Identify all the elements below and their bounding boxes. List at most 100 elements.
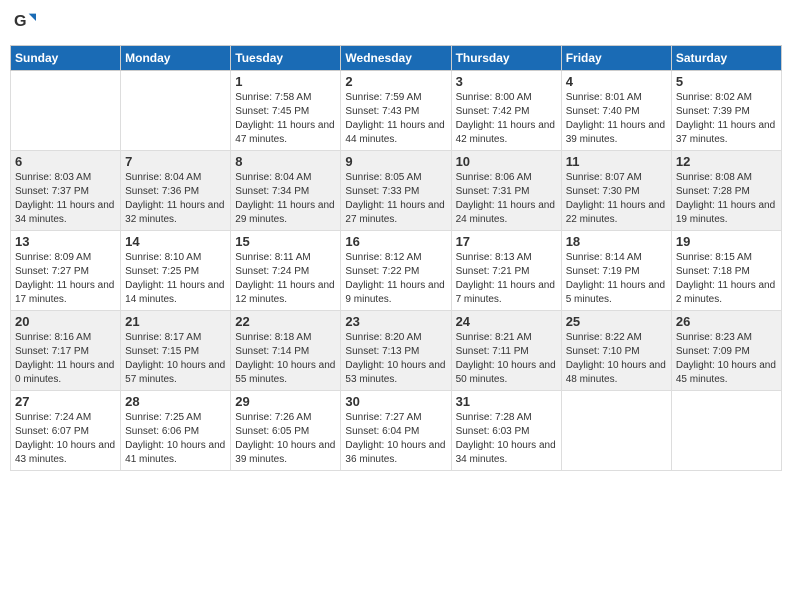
day-detail: Sunrise: 8:23 AMSunset: 7:09 PMDaylight:… (676, 331, 777, 387)
calendar-cell: 7Sunrise: 8:04 AMSunset: 7:36 PMDaylight… (121, 151, 231, 231)
calendar-cell: 24 Sunrise: 8:21 AMSunset: 7:11 PMDayligh… (451, 311, 561, 391)
calendar-cell (671, 391, 781, 471)
calendar-week-row: 1 Sunrise: 7:58 AMSunset: 7:45 PMDaylight… (11, 71, 782, 151)
calendar-cell (121, 71, 231, 151)
calendar-cell: 21 Sunrise: 8:17 AMSunset: 7:15 PMDayligh… (121, 311, 231, 391)
day-number: 30 (345, 394, 446, 409)
calendar-cell: 3Sunrise: 8:00 AMSunset: 7:42 PMDaylight… (451, 71, 561, 151)
calendar-cell: 31 Sunrise: 7:28 AMSunset: 6:03 PMDayligh… (451, 391, 561, 471)
calendar-cell: 6 Sunrise: 8:03 AMSunset: 7:37 PMDaylight… (11, 151, 121, 231)
day-detail: Sunrise: 8:21 AMSunset: 7:11 PMDaylight:… (456, 331, 557, 387)
calendar-cell: 18Sunrise: 8:14 AMSunset: 7:19 PMDayligh… (561, 231, 671, 311)
day-detail: Sunrise: 7:28 AMSunset: 6:03 PMDaylight:… (456, 411, 557, 467)
day-detail: Sunrise: 8:02 AMSunset: 7:39 PMDaylight:… (676, 91, 777, 147)
calendar-cell: 22 Sunrise: 8:18 AMSunset: 7:14 PMDayligh… (231, 311, 341, 391)
day-detail: Sunrise: 8:03 AMSunset: 7:37 PMDaylight:… (15, 171, 116, 227)
col-tuesday: Tuesday (231, 46, 341, 71)
day-number: 25 (566, 314, 667, 329)
calendar-cell: 8 Sunrise: 8:04 AMSunset: 7:34 PMDaylight… (231, 151, 341, 231)
day-detail: Sunrise: 8:08 AMSunset: 7:28 PMDaylight:… (676, 171, 777, 227)
calendar-cell: 12Sunrise: 8:08 AMSunset: 7:28 PMDayligh… (671, 151, 781, 231)
day-detail: Sunrise: 8:22 AMSunset: 7:10 PMDaylight:… (566, 331, 667, 387)
day-detail: Sunrise: 8:13 AMSunset: 7:21 PMDaylight:… (456, 251, 557, 307)
day-detail: Sunrise: 8:15 AMSunset: 7:18 PMDaylight:… (676, 251, 777, 307)
day-number: 31 (456, 394, 557, 409)
day-detail: Sunrise: 8:10 AMSunset: 7:25 PMDaylight:… (125, 251, 226, 307)
calendar-cell: 25 Sunrise: 8:22 AMSunset: 7:10 PMDayligh… (561, 311, 671, 391)
day-number: 15 (235, 234, 336, 249)
col-friday: Friday (561, 46, 671, 71)
day-number: 29 (235, 394, 336, 409)
calendar-week-row: 20 Sunrise: 8:16 AMSunset: 7:17 PMDayligh… (11, 311, 782, 391)
day-number: 8 (235, 154, 336, 169)
day-number: 21 (125, 314, 226, 329)
calendar-cell (561, 391, 671, 471)
day-number: 19 (676, 234, 777, 249)
calendar-cell: 19 Sunrise: 8:15 AMSunset: 7:18 PMDayligh… (671, 231, 781, 311)
calendar-table: Sunday Monday Tuesday Wednesday Thursday… (10, 45, 782, 471)
day-detail: Sunrise: 8:20 AMSunset: 7:13 PMDaylight:… (345, 331, 446, 387)
calendar-cell: 9Sunrise: 8:05 AMSunset: 7:33 PMDaylight… (341, 151, 451, 231)
calendar-cell: 1 Sunrise: 7:58 AMSunset: 7:45 PMDaylight… (231, 71, 341, 151)
logo-icon: G (14, 10, 36, 37)
day-number: 11 (566, 154, 667, 169)
day-number: 23 (345, 314, 446, 329)
day-detail: Sunrise: 7:25 AMSunset: 6:06 PMDaylight:… (125, 411, 226, 467)
calendar-cell: 26 Sunrise: 8:23 AMSunset: 7:09 PMDayligh… (671, 311, 781, 391)
calendar-cell: 15 Sunrise: 8:11 AMSunset: 7:24 PMDayligh… (231, 231, 341, 311)
day-number: 2 (345, 74, 446, 89)
day-detail: Sunrise: 7:58 AMSunset: 7:45 PMDaylight:… (235, 91, 336, 147)
calendar-week-row: 6 Sunrise: 8:03 AMSunset: 7:37 PMDaylight… (11, 151, 782, 231)
day-number: 10 (456, 154, 557, 169)
day-number: 22 (235, 314, 336, 329)
page-header: G (10, 10, 782, 37)
calendar-header-row: Sunday Monday Tuesday Wednesday Thursday… (11, 46, 782, 71)
calendar-cell: 5 Sunrise: 8:02 AMSunset: 7:39 PMDaylight… (671, 71, 781, 151)
day-number: 16 (345, 234, 446, 249)
day-detail: Sunrise: 8:11 AMSunset: 7:24 PMDaylight:… (235, 251, 336, 307)
calendar-cell: 2 Sunrise: 7:59 AMSunset: 7:43 PMDaylight… (341, 71, 451, 151)
day-number: 7 (125, 154, 226, 169)
calendar-cell: 30Sunrise: 7:27 AMSunset: 6:04 PMDayligh… (341, 391, 451, 471)
calendar-cell: 20 Sunrise: 8:16 AMSunset: 7:17 PMDayligh… (11, 311, 121, 391)
day-number: 4 (566, 74, 667, 89)
calendar-cell: 17 Sunrise: 8:13 AMSunset: 7:21 PMDayligh… (451, 231, 561, 311)
calendar-cell: 13 Sunrise: 8:09 AMSunset: 7:27 PMDayligh… (11, 231, 121, 311)
calendar-cell: 28Sunrise: 7:25 AMSunset: 6:06 PMDayligh… (121, 391, 231, 471)
day-number: 20 (15, 314, 116, 329)
calendar-week-row: 13 Sunrise: 8:09 AMSunset: 7:27 PMDayligh… (11, 231, 782, 311)
col-monday: Monday (121, 46, 231, 71)
svg-text:G: G (14, 12, 27, 30)
day-detail: Sunrise: 8:04 AMSunset: 7:34 PMDaylight:… (235, 171, 336, 227)
day-number: 5 (676, 74, 777, 89)
day-detail: Sunrise: 8:17 AMSunset: 7:15 PMDaylight:… (125, 331, 226, 387)
day-number: 14 (125, 234, 226, 249)
day-detail: Sunrise: 8:09 AMSunset: 7:27 PMDaylight:… (15, 251, 116, 307)
day-detail: Sunrise: 8:18 AMSunset: 7:14 PMDaylight:… (235, 331, 336, 387)
calendar-cell: 27Sunrise: 7:24 AMSunset: 6:07 PMDayligh… (11, 391, 121, 471)
calendar-week-row: 27Sunrise: 7:24 AMSunset: 6:07 PMDayligh… (11, 391, 782, 471)
day-detail: Sunrise: 7:59 AMSunset: 7:43 PMDaylight:… (345, 91, 446, 147)
day-detail: Sunrise: 8:07 AMSunset: 7:30 PMDaylight:… (566, 171, 667, 227)
day-number: 1 (235, 74, 336, 89)
col-sunday: Sunday (11, 46, 121, 71)
col-wednesday: Wednesday (341, 46, 451, 71)
day-number: 17 (456, 234, 557, 249)
calendar-cell: 14 Sunrise: 8:10 AMSunset: 7:25 PMDayligh… (121, 231, 231, 311)
day-number: 26 (676, 314, 777, 329)
day-number: 24 (456, 314, 557, 329)
day-detail: Sunrise: 8:01 AMSunset: 7:40 PMDaylight:… (566, 91, 667, 147)
day-number: 6 (15, 154, 116, 169)
calendar-cell (11, 71, 121, 151)
col-thursday: Thursday (451, 46, 561, 71)
day-detail: Sunrise: 7:24 AMSunset: 6:07 PMDaylight:… (15, 411, 116, 467)
col-saturday: Saturday (671, 46, 781, 71)
day-number: 13 (15, 234, 116, 249)
day-detail: Sunrise: 8:16 AMSunset: 7:17 PMDaylight:… (15, 331, 116, 387)
day-detail: Sunrise: 8:14 AMSunset: 7:19 PMDaylight:… (566, 251, 667, 307)
calendar-cell: 16Sunrise: 8:12 AMSunset: 7:22 PMDayligh… (341, 231, 451, 311)
day-detail: Sunrise: 8:05 AMSunset: 7:33 PMDaylight:… (345, 171, 446, 227)
calendar-cell: 10 Sunrise: 8:06 AMSunset: 7:31 PMDayligh… (451, 151, 561, 231)
day-detail: Sunrise: 8:00 AMSunset: 7:42 PMDaylight:… (456, 91, 557, 147)
day-detail: Sunrise: 8:06 AMSunset: 7:31 PMDaylight:… (456, 171, 557, 227)
